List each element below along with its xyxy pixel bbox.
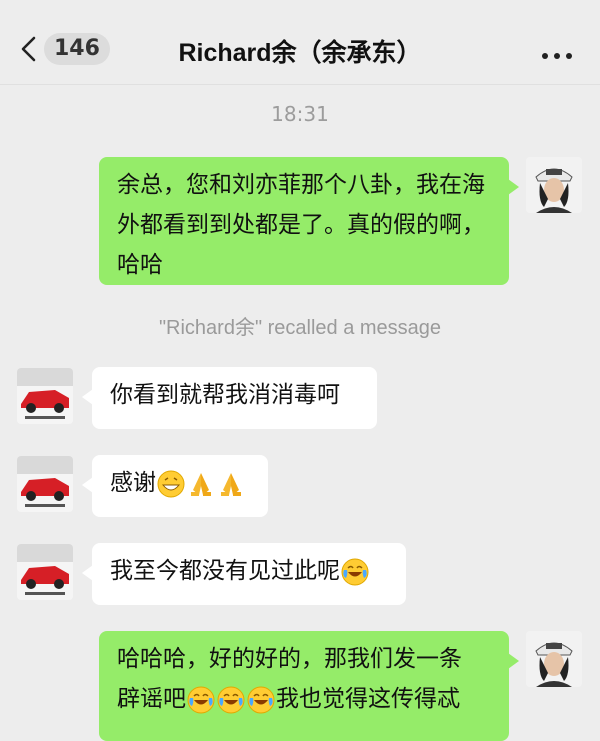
message-text: 辟谣吧 [117, 686, 186, 712]
laugh-cry-icon [187, 686, 215, 714]
my-avatar[interactable] [526, 157, 582, 213]
message-text: 感谢 [110, 470, 156, 496]
chat-header: 146 Richard余（余承东） [0, 0, 600, 85]
message-text: 我也觉得这传得忒 [276, 686, 460, 712]
chat-title: Richard余（余承东） [178, 39, 422, 67]
laugh-cry-icon [341, 558, 369, 586]
more-options-icon[interactable] [542, 44, 578, 59]
pray-icon [217, 470, 245, 498]
laugh-cry-icon [247, 686, 275, 714]
outgoing-message-bubble[interactable]: 哈哈哈，好的好的，那我们发一条 辟谣吧 我也觉得这传得忒 [99, 631, 519, 741]
message-text: 哈哈哈，好的好的，那我们发一条 [117, 646, 462, 672]
message-timestamp: 18:31 [271, 102, 329, 126]
message-text: 余总，您和刘亦菲那个八卦，我在海外都看到到处都是了。真的假的啊，哈哈 [117, 172, 485, 278]
laugh-cry-icon [217, 686, 245, 714]
recall-notice: "Richard余" recalled a message [158, 317, 442, 339]
contact-avatar[interactable] [17, 456, 73, 512]
my-avatar[interactable] [526, 631, 582, 687]
incoming-message-bubble[interactable]: 你看到就帮我消消毒呵 [82, 367, 377, 429]
incoming-message-bubble[interactable]: 感谢 [82, 455, 268, 517]
message-text: 我至今都没有见过此呢 [110, 558, 340, 584]
message-text: 你看到就帮我消消毒呵 [110, 382, 340, 408]
contact-avatar[interactable] [17, 368, 73, 424]
outgoing-message-bubble[interactable]: 余总，您和刘亦菲那个八卦，我在海外都看到到处都是了。真的假的啊，哈哈 [99, 157, 519, 285]
contact-avatar[interactable] [17, 544, 73, 600]
grin-icon [157, 470, 185, 498]
incoming-message-bubble[interactable]: 我至今都没有见过此呢 [82, 543, 406, 605]
pray-icon [187, 470, 215, 498]
